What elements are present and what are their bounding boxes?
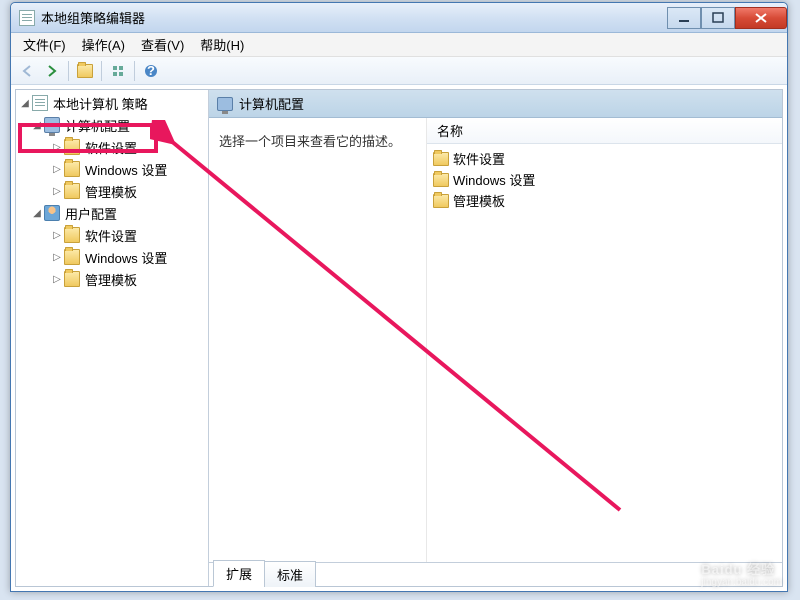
folder-icon (64, 139, 80, 155)
computer-icon (217, 97, 233, 111)
expander-icon[interactable]: ▷ (50, 186, 64, 197)
description-hint: 选择一个项目来查看它的描述。 (219, 134, 401, 149)
toolbar-separator (134, 61, 135, 81)
app-icon (19, 10, 35, 26)
list-item[interactable]: 管理模板 (433, 190, 776, 211)
window-controls (667, 7, 787, 29)
tree-admin-templates[interactable]: ▷管理模板 (16, 268, 208, 290)
tab-extended[interactable]: 扩展 (213, 560, 265, 587)
tree-user-config[interactable]: ◢用户配置 (16, 202, 208, 224)
tree-view[interactable]: ◢本地计算机 策略 ◢计算机配置 ▷软件设置 ▷Windows 设置 ▷管理模板… (16, 90, 209, 586)
menu-help[interactable]: 帮助(H) (192, 33, 252, 56)
policy-icon (32, 95, 48, 111)
back-button[interactable] (17, 60, 39, 82)
expander-icon[interactable]: ▷ (50, 164, 64, 175)
folder-icon (64, 161, 80, 177)
detail-pane: 计算机配置 选择一个项目来查看它的描述。 名称 软件设置 Windows 设置 … (209, 90, 782, 586)
menu-bar: 文件(F) 操作(A) 查看(V) 帮助(H) (11, 33, 787, 57)
list-item[interactable]: Windows 设置 (433, 169, 776, 190)
expander-icon[interactable]: ◢ (30, 208, 44, 219)
folder-icon (64, 227, 80, 243)
tree-windows-settings[interactable]: ▷Windows 设置 (16, 246, 208, 268)
tree-root[interactable]: ◢本地计算机 策略 (16, 92, 208, 114)
folder-icon (433, 194, 449, 208)
column-header-name[interactable]: 名称 (427, 118, 782, 144)
app-window: 本地组策略编辑器 文件(F) 操作(A) 查看(V) 帮助(H) ? ◢本地计算… (10, 2, 788, 592)
minimize-button[interactable] (667, 7, 701, 29)
tab-standard[interactable]: 标准 (264, 561, 316, 587)
title-bar[interactable]: 本地组策略编辑器 (11, 3, 787, 33)
detail-title: 计算机配置 (239, 94, 304, 113)
folder-icon (64, 249, 80, 265)
folder-icon (77, 64, 93, 78)
expander-icon[interactable]: ▷ (50, 142, 64, 153)
tree-software-settings[interactable]: ▷软件设置 (16, 136, 208, 158)
view-tabs: 扩展 标准 (209, 562, 782, 586)
expander-icon[interactable]: ◢ (18, 98, 32, 109)
toolbar: ? (11, 57, 787, 85)
help-button[interactable]: ? (140, 60, 162, 82)
tree-computer-config[interactable]: ◢计算机配置 (16, 114, 208, 136)
forward-button[interactable] (41, 60, 63, 82)
menu-file[interactable]: 文件(F) (15, 33, 74, 56)
folder-icon (64, 271, 80, 287)
list-item[interactable]: 软件设置 (433, 148, 776, 169)
tree-windows-settings[interactable]: ▷Windows 设置 (16, 158, 208, 180)
toolbar-separator (101, 61, 102, 81)
expander-icon[interactable]: ▷ (50, 274, 64, 285)
folder-icon (433, 152, 449, 166)
expander-icon[interactable]: ◢ (30, 120, 44, 131)
up-button[interactable] (74, 60, 96, 82)
svg-text:?: ? (147, 64, 155, 78)
client-area: ◢本地计算机 策略 ◢计算机配置 ▷软件设置 ▷Windows 设置 ▷管理模板… (15, 89, 783, 587)
list-area[interactable]: 软件设置 Windows 设置 管理模板 (427, 144, 782, 586)
expander-icon[interactable]: ▷ (50, 230, 64, 241)
toolbar-separator (68, 61, 69, 81)
maximize-button[interactable] (701, 7, 735, 29)
window-title: 本地组策略编辑器 (41, 8, 667, 27)
list-pane: 名称 软件设置 Windows 设置 管理模板 (427, 118, 782, 586)
tree-software-settings[interactable]: ▷软件设置 (16, 224, 208, 246)
folder-icon (64, 183, 80, 199)
filter-button[interactable] (107, 60, 129, 82)
tree-admin-templates[interactable]: ▷管理模板 (16, 180, 208, 202)
detail-body: 选择一个项目来查看它的描述。 名称 软件设置 Windows 设置 管理模板 (209, 118, 782, 586)
menu-view[interactable]: 查看(V) (133, 33, 192, 56)
folder-icon (433, 173, 449, 187)
detail-header: 计算机配置 (209, 90, 782, 118)
description-pane: 选择一个项目来查看它的描述。 (209, 118, 427, 586)
user-icon (44, 205, 60, 221)
menu-action[interactable]: 操作(A) (74, 33, 133, 56)
computer-icon (44, 117, 60, 133)
expander-icon[interactable]: ▷ (50, 252, 64, 263)
close-button[interactable] (735, 7, 787, 29)
